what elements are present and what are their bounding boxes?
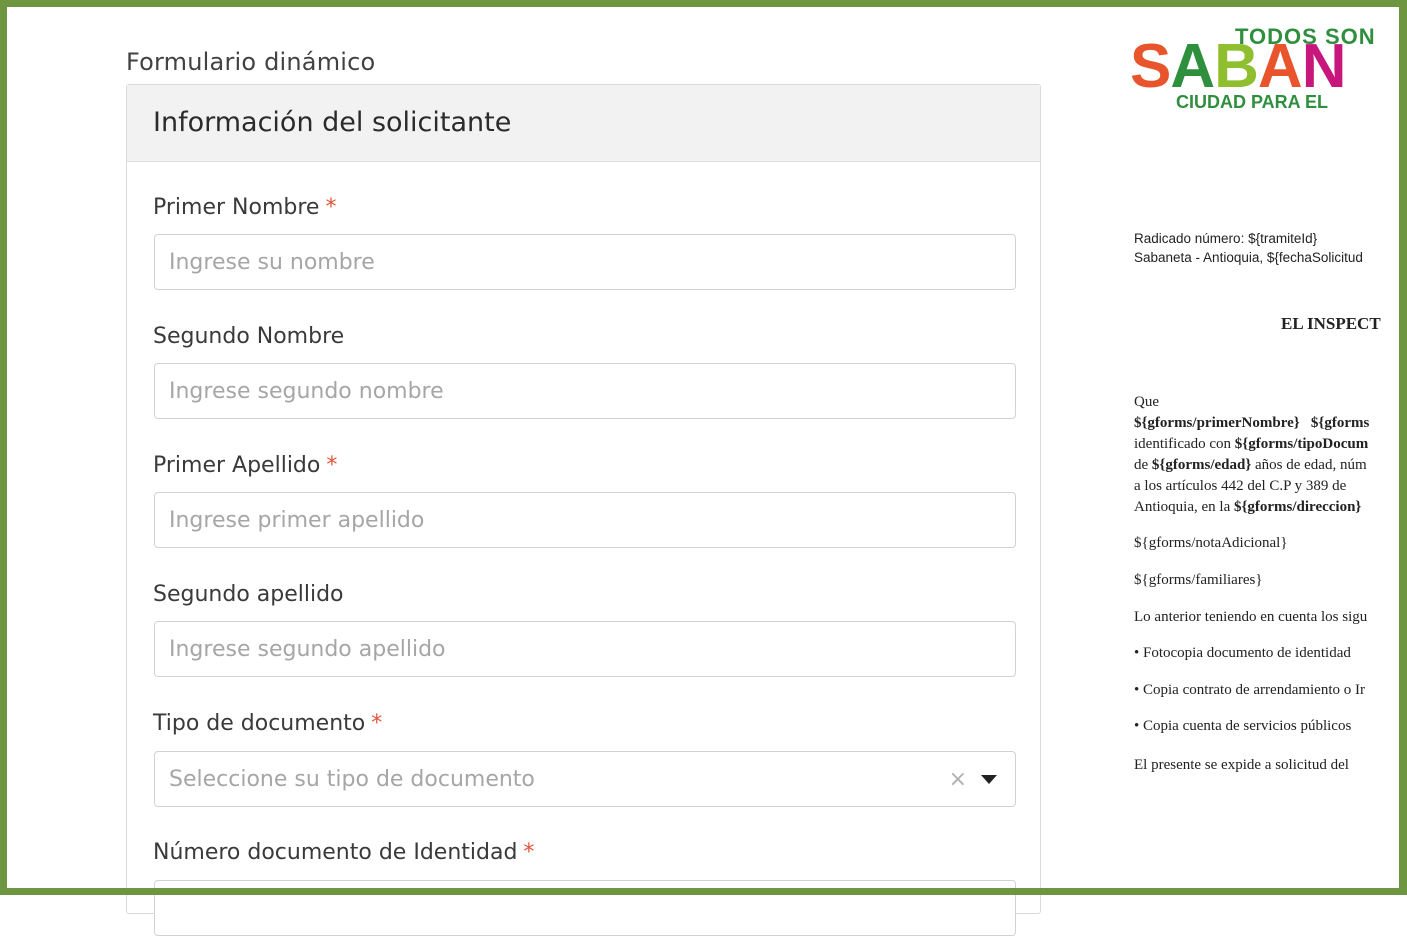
numero-documento-label-text: Número documento de Identidad — [153, 840, 518, 865]
doc-anterior: Lo anterior teniendo en cuenta los sigu — [1134, 609, 1368, 625]
numero-documento-label: Número documento de Identidad * — [153, 840, 534, 865]
doc-line-2-text: identificado con — [1134, 436, 1235, 452]
primer-nombre-input[interactable] — [154, 234, 1016, 290]
doc-line-3: de ${gforms/edad} años de edad, núm — [1134, 457, 1367, 474]
segundo-apellido-label-text: Segundo apellido — [153, 582, 344, 607]
tipo-documento-label-text: Tipo de documento — [153, 711, 366, 736]
doc-line-3-text-c: años de edad, núm — [1251, 457, 1367, 473]
card-header: Información del solicitante — [127, 85, 1040, 162]
sabaneta-logo: TODOS SON SABAN CIUDAD PARA EL — [1130, 22, 1388, 122]
doc-bullet-1: • Fotocopia documento de identidad — [1134, 645, 1351, 661]
logo-letter: S — [1130, 32, 1171, 101]
segundo-nombre-label: Segundo Nombre — [153, 324, 344, 349]
segundo-apellido-label: Segundo apellido — [153, 582, 344, 607]
doc-line-2: identificado con ${gforms/tipoDocum — [1134, 436, 1368, 453]
logo-letter: A — [1257, 32, 1303, 101]
required-mark: * — [326, 453, 338, 478]
required-mark: * — [523, 840, 535, 865]
doc-line-1: ${gforms/primerNombre} ${gforms — [1134, 415, 1369, 432]
logo-bottom-text: CIUDAD PARA EL — [1176, 92, 1328, 112]
page-title: Formulario dinámico — [126, 48, 376, 76]
doc-que: Que — [1134, 394, 1159, 410]
doc-line-4: a los artículos 442 del C.P y 389 de — [1134, 478, 1347, 494]
document-preview: TODOS SON SABAN CIUDAD PARA EL Radicado … — [1120, 0, 1388, 895]
numero-documento-input[interactable] — [154, 880, 1016, 936]
doc-line-3-text-a: de — [1134, 457, 1152, 473]
doc-bullet-3: • Copia cuenta de servicios públicos — [1134, 718, 1352, 734]
logo-main-text: SABAN — [1130, 36, 1346, 98]
logo-letter: N — [1301, 32, 1347, 101]
var-edad: ${gforms/edad} — [1151, 457, 1252, 473]
var-tipo-documento: ${gforms/tipoDocum — [1234, 436, 1369, 452]
logo-letter: A — [1170, 32, 1215, 101]
primer-nombre-label-text: Primer Nombre — [153, 195, 320, 220]
city-date-text: Sabaneta - Antioquia, ${fechaSolicitud — [1134, 250, 1363, 265]
primer-apellido-label: Primer Apellido * — [153, 453, 337, 478]
var-primer-nombre: ${gforms/primerNombre} — [1134, 415, 1300, 431]
segundo-apellido-input[interactable] — [154, 621, 1016, 677]
segundo-nombre-label-text: Segundo Nombre — [153, 324, 345, 349]
var-nota-adicional: ${gforms/notaAdicional} — [1134, 535, 1288, 551]
doc-bullet-2: • Copia contrato de arrendamiento o Ir — [1134, 682, 1365, 698]
segundo-nombre-input[interactable] — [154, 363, 1016, 419]
doc-line-5-text: Antioquia, en la — [1134, 499, 1234, 515]
primer-apellido-input[interactable] — [154, 492, 1016, 548]
var-familiares: ${gforms/familiares} — [1134, 572, 1263, 588]
var-direccion: ${gforms/direccion} — [1233, 499, 1362, 515]
tipo-documento-label: Tipo de documento * — [153, 711, 382, 736]
primer-apellido-label-text: Primer Apellido — [153, 453, 321, 478]
section-title: Información del solicitante — [153, 106, 512, 138]
required-mark: * — [325, 195, 337, 220]
logo-letter: B — [1214, 32, 1259, 101]
tipo-documento-select[interactable]: Seleccione su tipo de documento × — [154, 751, 1016, 807]
clear-icon[interactable]: × — [949, 767, 967, 792]
primer-nombre-label: Primer Nombre * — [153, 195, 336, 220]
required-mark: * — [371, 711, 383, 736]
applicant-info-card: Información del solicitante Primer Nombr… — [126, 84, 1041, 936]
tipo-documento-placeholder: Seleccione su tipo de documento — [169, 766, 535, 792]
var-gforms: ${gforms — [1310, 415, 1370, 431]
document-heading: EL INSPECT — [1281, 314, 1381, 333]
radicado-text: Radicado número: ${tramiteId} — [1134, 231, 1318, 246]
doc-presente: El presente se expide a solicitud del — [1134, 757, 1349, 773]
chevron-down-icon[interactable] — [981, 774, 997, 784]
doc-line-5: Antioquia, en la ${gforms/direccion} — [1134, 499, 1361, 516]
